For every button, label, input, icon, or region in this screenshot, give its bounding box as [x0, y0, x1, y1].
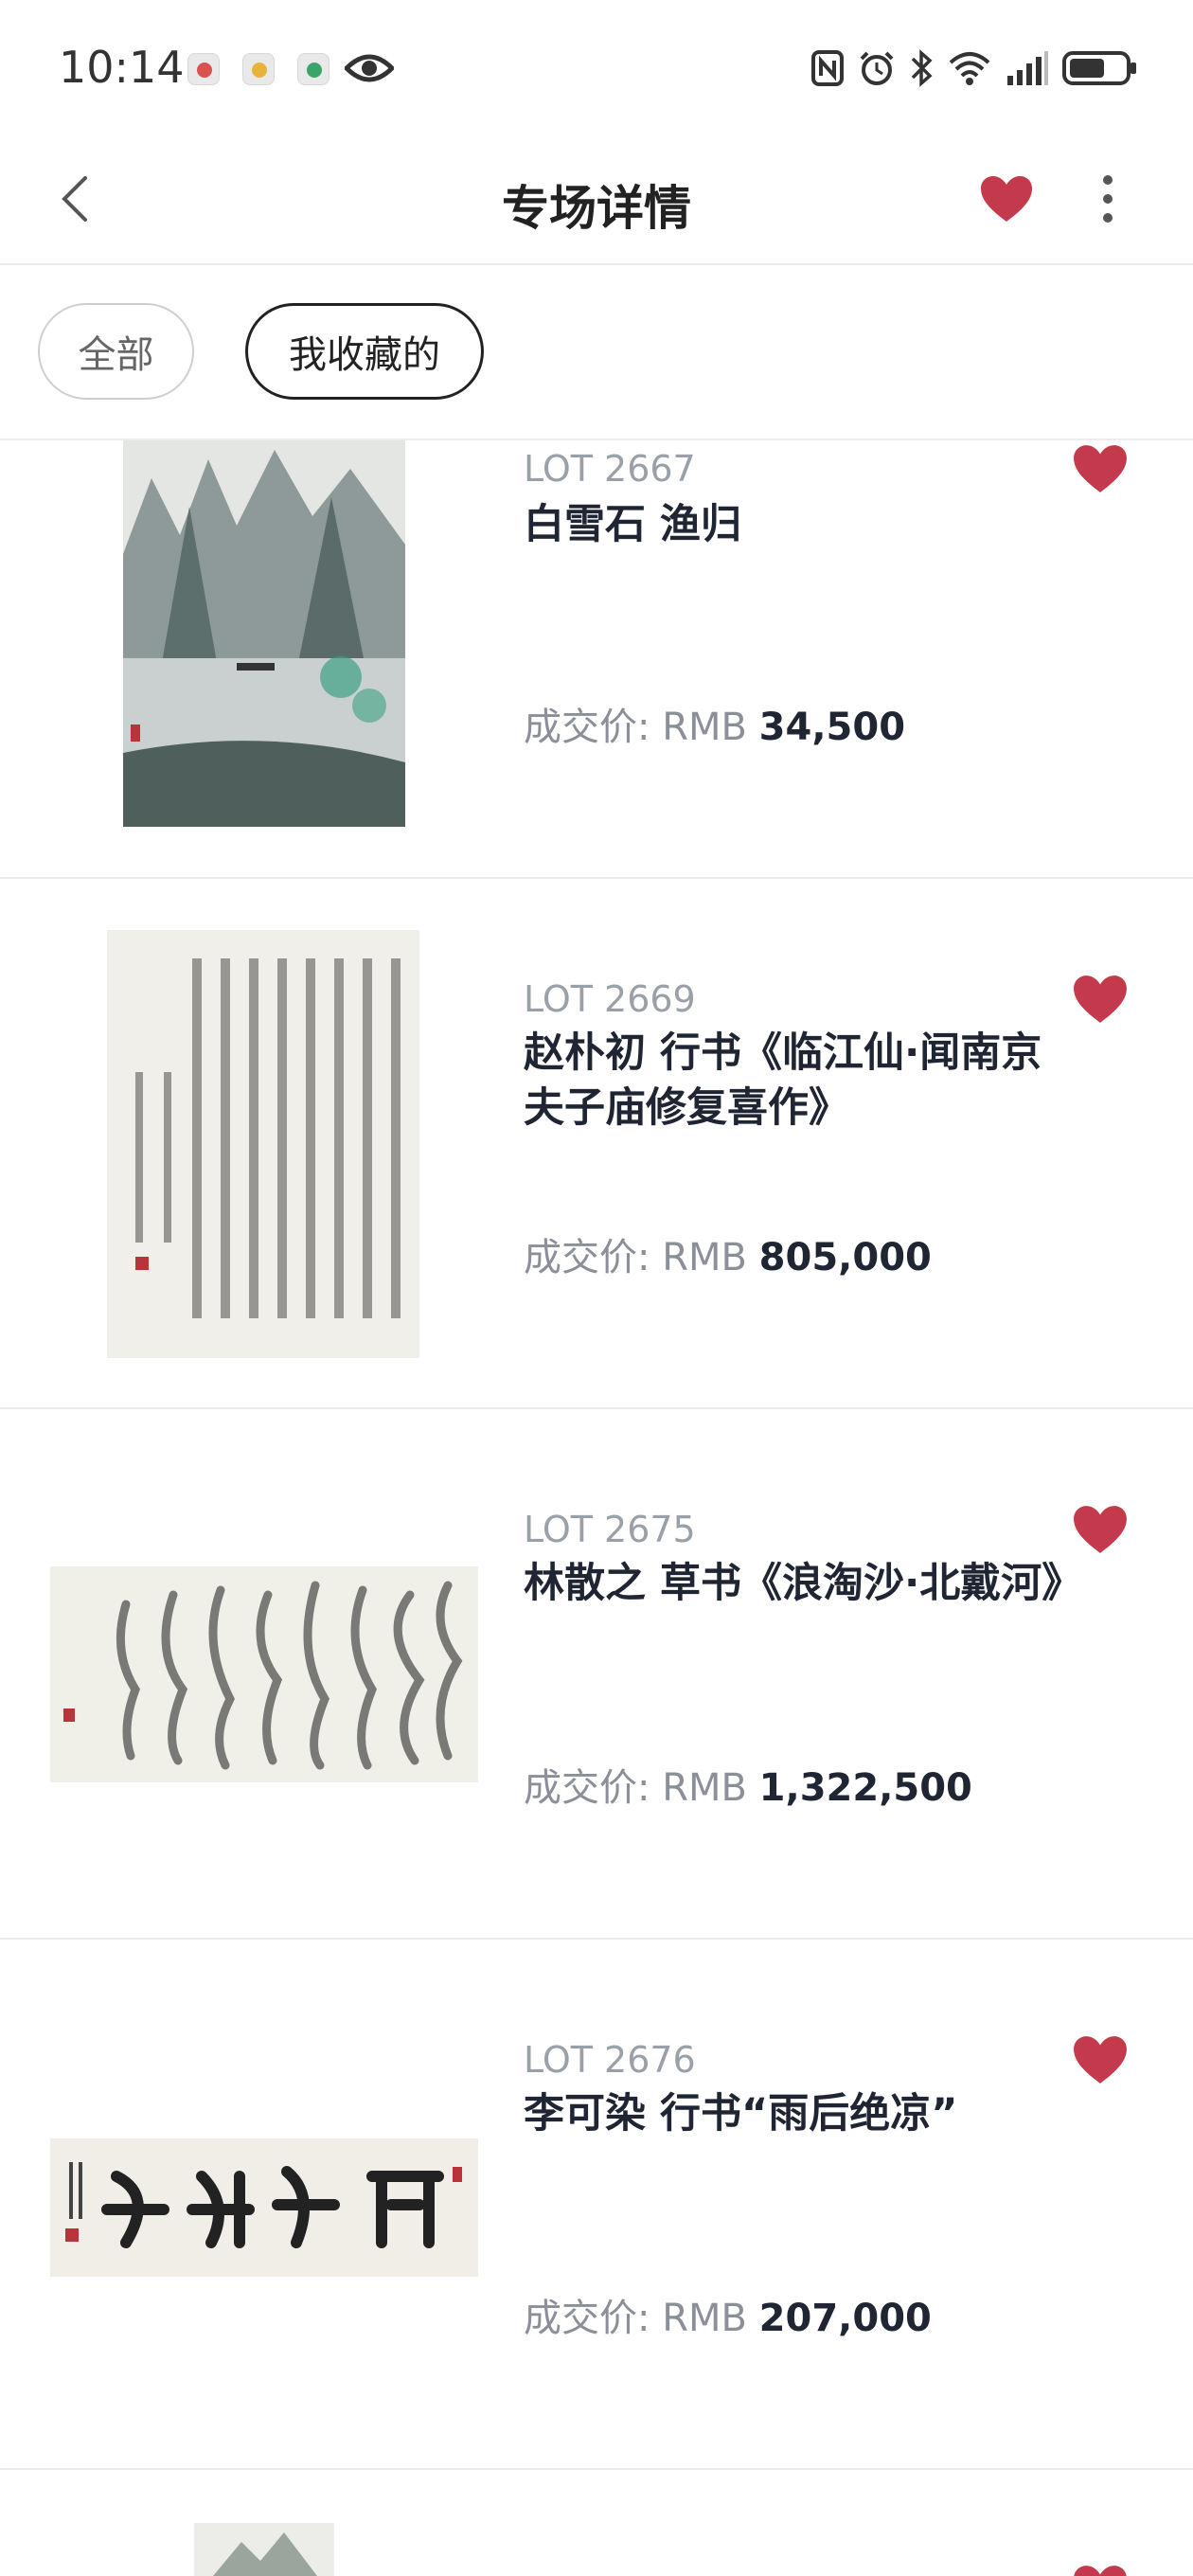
lot-item[interactable]: LOT 2667 白雪石 渔归 成交价: RMB 34,500 [0, 440, 1193, 879]
price-label: 成交价: [524, 2297, 650, 2340]
bluetooth-icon [911, 49, 933, 87]
lot-item[interactable] [0, 2470, 1193, 2576]
heart-icon[interactable] [1072, 971, 1129, 1028]
calligraphy-image [50, 2138, 478, 2277]
lot-number: LOT 2675 [524, 1509, 696, 1550]
lot-thumbnail[interactable] [194, 2523, 334, 2576]
price-value: 1,322,500 [758, 1766, 972, 1810]
price-label: 成交价: [524, 1236, 650, 1279]
filter-bar: 全部 我收藏的 [0, 265, 1193, 440]
heart-icon[interactable] [1072, 440, 1129, 497]
currency: RMB [662, 1766, 747, 1810]
price-label: 成交价: [524, 706, 650, 749]
landscape-painting-image [123, 440, 405, 827]
favorite-button[interactable] [973, 161, 1040, 237]
price-value: 207,000 [758, 2297, 932, 2340]
currency: RMB [662, 2297, 747, 2340]
currency: RMB [662, 1236, 747, 1279]
heart-icon [981, 176, 1032, 222]
wifi-icon [949, 52, 990, 85]
dot-icon [1103, 175, 1113, 185]
alarm-icon [860, 51, 894, 85]
lot-thumbnail[interactable] [107, 930, 419, 1358]
lot-thumbnail[interactable] [123, 440, 405, 827]
lot-item[interactable]: LOT 2676 李可染 行书“雨后绝凉” 成交价: RMB 207,000 [0, 1940, 1193, 2470]
calligraphy-image [107, 930, 419, 1358]
lot-price: 成交价: RMB 805,000 [524, 1226, 932, 1281]
lot-item[interactable]: LOT 2675 林散之 草书《浪淘沙·北戴河》 成交价: RMB 1,322,… [0, 1409, 1193, 1940]
battery-icon [1062, 51, 1136, 85]
tab-my-favorites[interactable]: 我收藏的 [245, 303, 484, 400]
dot-icon [1103, 194, 1113, 204]
lot-number: LOT 2676 [524, 2039, 696, 2081]
price-value: 34,500 [758, 706, 906, 749]
signal-icon [1007, 51, 1048, 85]
lot-title[interactable]: 赵朴初 行书《临江仙·闻南京夫子庙修复喜作》 [524, 1026, 1082, 1136]
price-value: 805,000 [758, 1236, 932, 1279]
lot-price: 成交价: RMB 207,000 [524, 2287, 932, 2342]
heart-icon[interactable] [1072, 2561, 1129, 2576]
app-header: 专场详情 [0, 133, 1193, 265]
dot-icon [1103, 213, 1113, 223]
notification-app-icon [242, 53, 275, 85]
status-icons [810, 47, 1138, 89]
notification-app-icon [297, 53, 329, 85]
lot-thumbnail[interactable] [50, 2138, 478, 2277]
lot-number: LOT 2667 [524, 448, 696, 490]
status-bar: 10:14 [0, 0, 1193, 133]
lot-price: 成交价: RMB 1,322,500 [524, 1757, 972, 1812]
notification-app-icon [187, 53, 220, 85]
nfc-icon [811, 50, 844, 86]
calligraphy-image [50, 1566, 478, 1782]
more-options-button[interactable] [1089, 161, 1127, 237]
eye-icon [345, 54, 394, 82]
heart-icon[interactable] [1072, 1501, 1129, 1558]
lot-title[interactable]: 李可染 行书“雨后绝凉” [524, 2086, 1082, 2141]
landscape-painting-image [194, 2523, 334, 2576]
lot-number: LOT 2669 [524, 978, 696, 1020]
lot-item[interactable]: LOT 2669 赵朴初 行书《临江仙·闻南京夫子庙修复喜作》 成交价: RMB… [0, 879, 1193, 1409]
lot-thumbnail[interactable] [50, 1566, 478, 1782]
status-time: 10:14 [59, 42, 185, 93]
lot-title[interactable]: 白雪石 渔归 [524, 497, 1082, 552]
currency: RMB [662, 706, 747, 749]
price-label: 成交价: [524, 1766, 650, 1810]
lot-title[interactable]: 林散之 草书《浪淘沙·北戴河》 [524, 1556, 1082, 1611]
lot-price: 成交价: RMB 34,500 [524, 696, 905, 751]
tab-all[interactable]: 全部 [38, 303, 194, 400]
heart-icon[interactable] [1072, 2031, 1129, 2088]
